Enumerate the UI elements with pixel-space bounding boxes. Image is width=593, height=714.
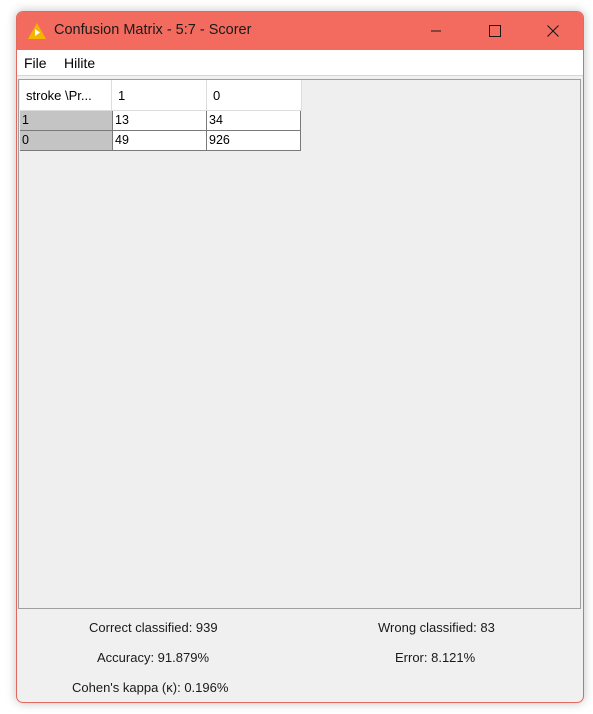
maximize-button[interactable] [472, 12, 518, 50]
wrong-classified-label: Wrong classified: 83 [378, 620, 495, 635]
corner-header[interactable]: stroke \Pr... [20, 80, 112, 111]
error-label: Error: 8.121% [395, 650, 476, 665]
minimize-icon [431, 30, 441, 32]
title-bar[interactable]: Confusion Matrix - 5:7 - Scorer [17, 12, 583, 50]
matrix-cell[interactable]: 49 [113, 131, 207, 151]
menu-hilite[interactable]: Hilite [64, 55, 95, 71]
matrix-cell[interactable]: 926 [207, 131, 301, 151]
close-button[interactable] [530, 12, 576, 50]
matrix-cell[interactable]: 13 [113, 111, 207, 131]
accuracy-label: Accuracy: 91.879% [97, 650, 210, 665]
matrix-cell[interactable]: 34 [207, 111, 301, 131]
cohens-kappa-label: Cohen's kappa (κ): 0.196% [72, 680, 229, 695]
correct-classified-label: Correct classified: 939 [89, 620, 218, 635]
maximize-icon [489, 25, 501, 37]
close-icon [547, 25, 559, 37]
column-header-0[interactable]: 0 [207, 80, 302, 111]
matrix-view[interactable]: stroke \Pr... 1 0 1 13 34 0 49 926 [18, 79, 581, 609]
minimize-button[interactable] [413, 12, 459, 50]
window-title: Confusion Matrix - 5:7 - Scorer [54, 22, 252, 38]
menu-file[interactable]: File [24, 55, 47, 71]
confusion-matrix-window: Confusion Matrix - 5:7 - Scorer File Hil… [16, 11, 584, 703]
knime-triangle-icon [28, 23, 46, 39]
column-header-1[interactable]: 1 [112, 80, 207, 111]
row-header-1[interactable]: 1 [20, 111, 113, 131]
menu-bar: File Hilite [17, 50, 583, 76]
row-header-0[interactable]: 0 [20, 131, 113, 151]
